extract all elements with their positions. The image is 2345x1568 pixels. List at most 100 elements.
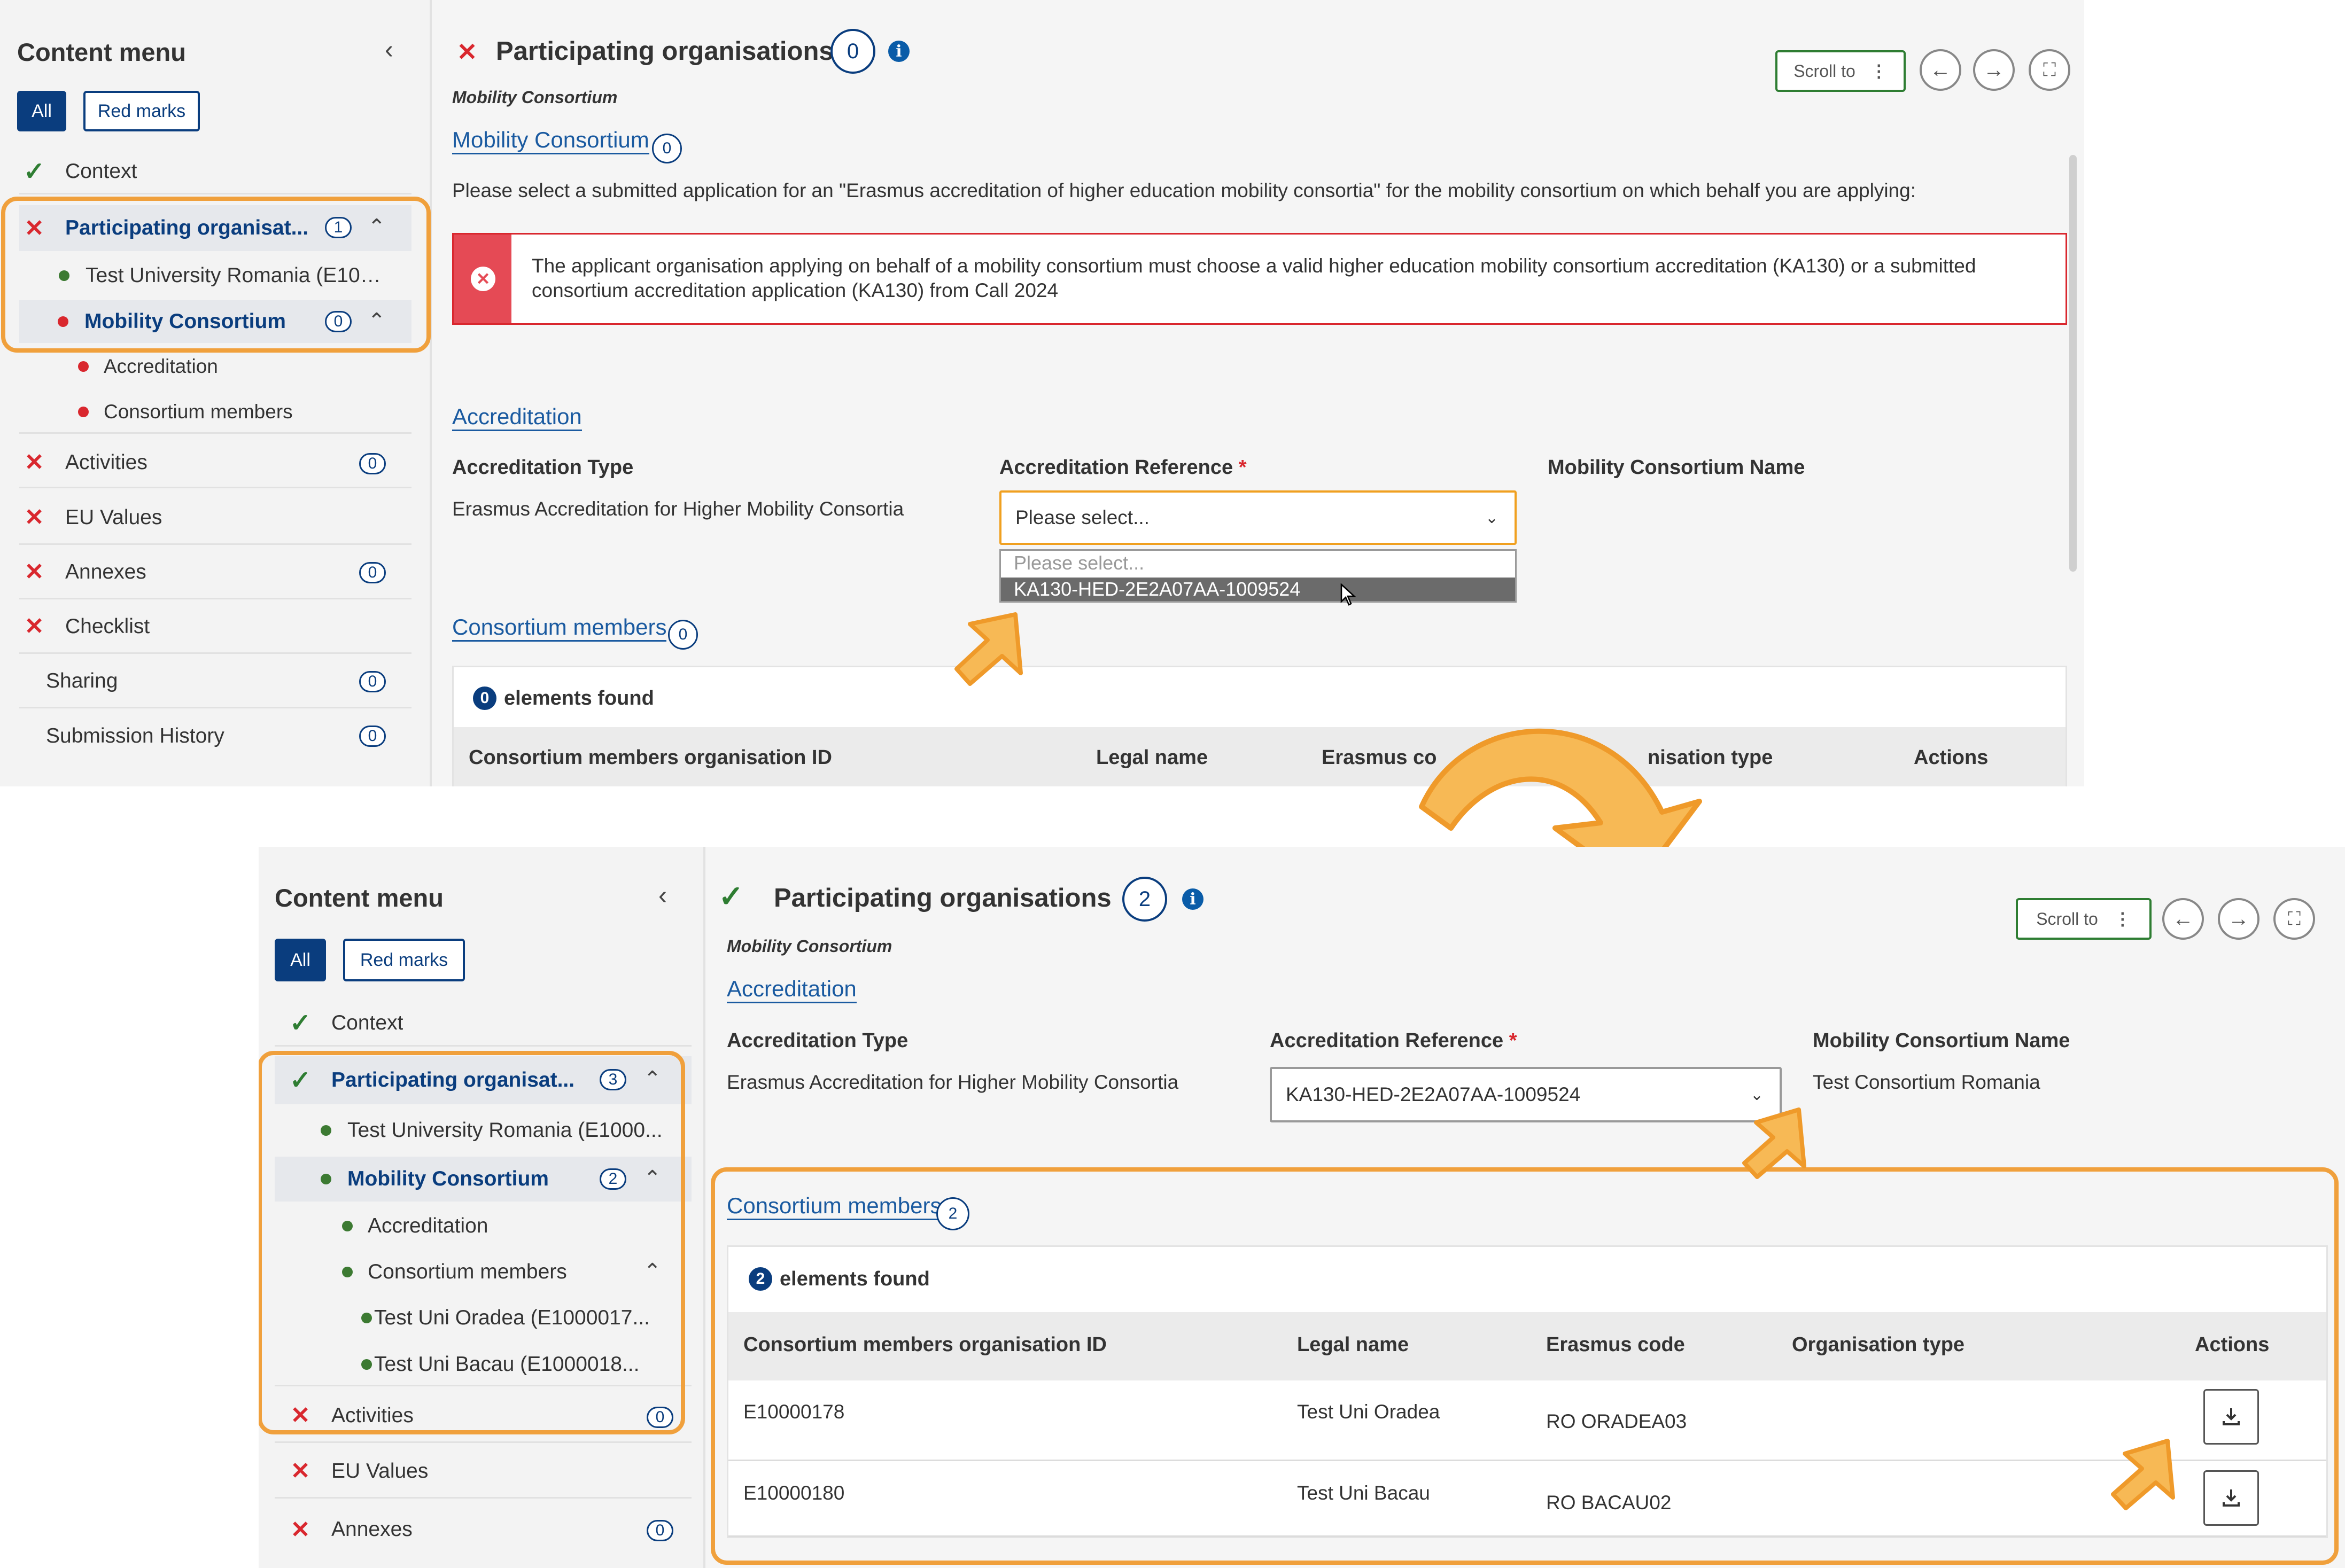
elements-found: 0 elements found [473,687,654,710]
column-header: Actions [1914,746,1989,769]
count-badge: 0 [359,726,386,747]
sidebar-item-checklist[interactable]: ✕ Checklist [19,600,411,654]
cell-erasmus-code: RO BACAU02 [1546,1492,1672,1514]
column-header: Erasmus code [1546,1333,1685,1356]
status-dot-icon [342,1221,353,1231]
scroll-to-button[interactable]: Scroll to ⋮ [1775,50,1906,92]
chevron-up-icon[interactable]: ⌃ [368,309,386,333]
column-header: Legal name [1297,1333,1409,1356]
chevron-left-icon[interactable]: ‹ [385,35,393,65]
sidebar-item-mobility-consortium[interactable]: Mobility Consortium 2 ⌃ [275,1157,692,1202]
elements-found: 2 elements found [749,1267,930,1291]
sidebar-item-activities[interactable]: ✕ Activities 0 [275,1390,692,1443]
count-badge: 0 [359,562,386,583]
sidebar-item-test-university[interactable]: Test University Romania (E1000... [275,1111,692,1150]
filter-all-button[interactable]: All [17,91,66,131]
section-mobility-consortium[interactable]: Mobility Consortium [452,127,649,154]
scrollbar[interactable] [2069,155,2077,572]
status-dot-icon [342,1267,353,1277]
arrow-right-icon[interactable]: → [1973,49,2015,91]
arrow-left-icon[interactable]: ← [2162,898,2204,940]
sidebar-item-activities[interactable]: ✕ Activities 0 [19,438,411,488]
column-header: Legal name [1096,746,1208,769]
filter-red-marks-button[interactable]: Red marks [83,91,200,131]
error-x-icon: ✕ [24,449,44,475]
download-button[interactable] [2203,1470,2259,1526]
fullscreen-icon[interactable]: ⛶ [2273,898,2315,940]
info-icon[interactable]: i [888,41,910,62]
chevron-down-icon: ⌄ [1485,509,1498,527]
accreditation-reference-label: Accreditation Reference * [1270,1029,1517,1052]
column-header: Actions [2195,1333,2270,1356]
download-icon [2223,1408,2240,1425]
error-x-icon: ✕ [290,1458,310,1484]
sidebar-item-context[interactable]: ✓ Context [19,150,411,194]
chevron-up-icon[interactable]: ⌃ [643,1259,662,1284]
subtitle: Mobility Consortium [727,937,892,956]
sidebar-item-consortium-members[interactable]: Consortium members ⌃ [275,1252,692,1292]
arrow-left-icon[interactable]: ← [1920,49,1961,91]
section-accreditation[interactable]: Accreditation [727,976,857,1003]
count-badge: 0 [652,134,682,163]
sidebar-item-member-bacau[interactable]: Test Uni Bacau (E1000018... [275,1344,692,1386]
info-icon[interactable]: i [1182,888,1203,910]
status-dot-icon [59,270,69,281]
fullscreen-icon[interactable]: ⛶ [2029,49,2070,91]
download-icon [2223,1489,2240,1507]
filter-red-marks-button[interactable]: Red marks [343,939,465,981]
filter-all-button[interactable]: All [275,939,326,981]
count-badge: 1 [325,217,352,238]
section-consortium-members[interactable]: Consortium members [452,614,667,642]
mouse-cursor-icon [1340,583,1356,606]
sidebar-item-sharing[interactable]: Sharing 0 [19,655,411,708]
chevron-up-icon[interactable]: ⌃ [368,215,386,239]
sidebar-item-participating-organisations[interactable]: ✕ Participating organisat... 1 ⌃ [19,205,411,251]
error-x-icon: ✕ [456,38,478,66]
section-accreditation[interactable]: Accreditation [452,404,582,431]
count-badge: 0 [647,1407,673,1428]
sidebar-item-test-university[interactable]: Test University Romania (E1000... [19,256,411,295]
scroll-to-button[interactable]: Scroll to ⋮ [2016,898,2152,940]
sidebar-item-eu-values[interactable]: ✕ EU Values [19,492,411,545]
sidebar-item-eu-values[interactable]: ✕ EU Values [275,1445,692,1499]
download-button[interactable] [2203,1389,2259,1445]
count-badge: 0 [325,311,352,332]
sidebar-item-context[interactable]: ✓ Context [275,1001,692,1047]
section-consortium-members[interactable]: Consortium members [727,1193,942,1220]
sidebar-item-annexes[interactable]: ✕ Annexes 0 [19,546,411,599]
sidebar-item-submission-history[interactable]: Submission History 0 [19,709,411,763]
sidebar-item-accreditation[interactable]: Accreditation [19,347,411,386]
sidebar-item-annexes[interactable]: ✕ Annexes 0 [275,1503,692,1556]
check-icon: ✓ [718,879,744,913]
sidebar-item-member-oradea[interactable]: Test Uni Oradea (E1000017... [275,1298,692,1338]
error-circle-icon: ✕ [471,267,495,291]
members-table: 0 elements found Consortium members orga… [452,666,2067,786]
dropdown-option-ka130[interactable]: KA130-HED-2E2A07AA-1009524 [1001,578,1515,601]
sidebar-item-participating-organisations[interactable]: ✓ Participating organisat... 3 ⌃ [275,1056,692,1104]
column-header: Consortium members organisation ID [469,746,832,769]
title-count-badge: 2 [1122,877,1167,922]
chevron-left-icon[interactable]: ‹ [658,881,667,910]
chevron-up-icon[interactable]: ⌃ [643,1166,662,1191]
arrow-right-icon[interactable]: → [2218,898,2259,940]
column-header: Organisation type [1792,1333,1965,1356]
error-x-icon: ✕ [24,215,44,241]
status-dot-icon [321,1174,331,1184]
content-menu: Content menu ‹ All Red marks ✓ Context ✓… [259,847,705,1568]
highlight-arrow-icon [1742,1107,1806,1179]
sidebar-item-consortium-members[interactable]: Consortium members [19,391,411,434]
error-x-icon: ✕ [24,613,44,639]
more-vertical-icon: ⋮ [2114,909,2131,929]
accreditation-reference-select[interactable]: Please select... ⌄ [999,490,1517,545]
accreditation-type-label: Accreditation Type [727,1029,909,1052]
content-menu: Content menu ‹ All Red marks ✓ Context ✕… [0,0,432,786]
dropdown-option-placeholder[interactable]: Please select... [1001,551,1515,575]
main-content: ✕ Participating organisations 0 i Scroll… [432,0,2084,786]
accreditation-reference-label: Accreditation Reference * [999,456,1247,479]
top-screenshot: Content menu ‹ All Red marks ✓ Context ✕… [0,0,2084,786]
chevron-up-icon[interactable]: ⌃ [643,1067,662,1091]
sidebar-item-accreditation[interactable]: Accreditation [275,1206,692,1246]
sidebar-item-mobility-consortium[interactable]: Mobility Consortium 0 ⌃ [19,300,411,343]
accreditation-reference-select[interactable]: KA130-HED-2E2A07AA-1009524 ⌄ [1270,1067,1782,1122]
status-dot-icon [58,316,68,327]
